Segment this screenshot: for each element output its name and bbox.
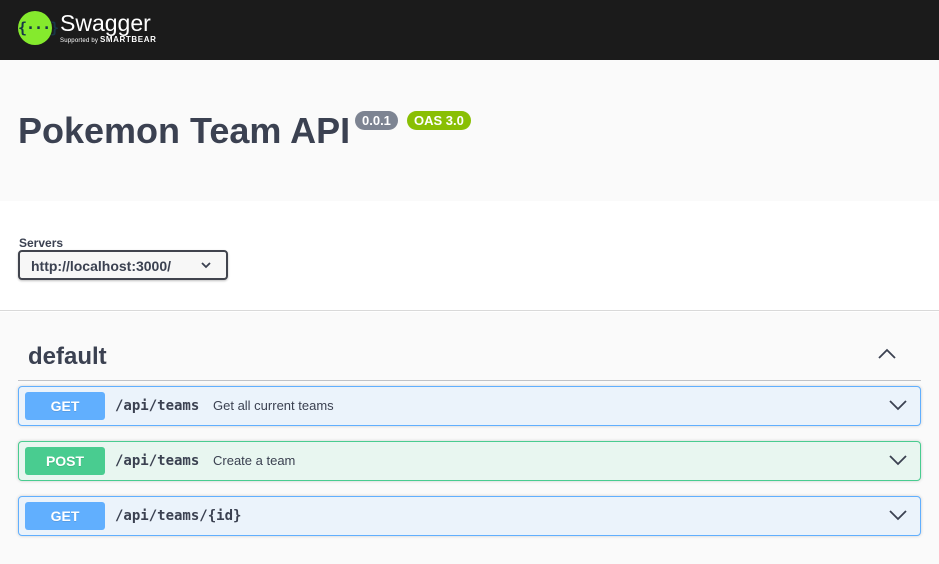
topbar: {···} Swagger Supported by SMARTBEAR	[0, 0, 939, 60]
chevron-down-icon[interactable]	[888, 508, 908, 522]
method-badge: GET	[25, 392, 105, 420]
supported-by-label: Supported by	[60, 38, 99, 44]
supported-by: Supported by SMARTBEAR	[60, 36, 156, 45]
method-badge: POST	[25, 447, 105, 475]
logo-glyph: {···}	[18, 18, 59, 37]
server-select-value: http://localhost:3000/	[31, 258, 172, 274]
logo-text: Swagger Supported by SMARTBEAR	[60, 10, 156, 45]
operation-get-api-teams-id[interactable]: GET /api/teams/{id}	[18, 496, 921, 536]
operation-get-api-teams[interactable]: GET /api/teams Get all current teams	[18, 386, 921, 426]
tag-header-default[interactable]: default	[18, 332, 921, 381]
operation-path: /api/teams	[115, 453, 200, 469]
brand-name: Swagger	[60, 10, 151, 36]
swagger-logo[interactable]: {···} Swagger Supported by SMARTBEAR	[18, 10, 156, 45]
smartbear-label: SMARTBEAR	[99, 35, 157, 44]
operation-summary: Get all current teams	[213, 398, 334, 413]
operation-path: /api/teams	[115, 398, 200, 414]
tag-name: default	[28, 343, 107, 370]
operation-summary: Create a team	[213, 453, 296, 468]
oas-badge: OAS 3.0	[407, 111, 471, 130]
operation-post-api-teams[interactable]: POST /api/teams Create a team	[18, 441, 921, 481]
operations-section: default GET /api/teams Get all current t…	[0, 312, 939, 564]
method-badge: GET	[25, 502, 105, 530]
chevron-up-icon[interactable]	[877, 347, 897, 361]
servers-section: Servers http://localhost:3000/	[0, 201, 939, 311]
chevron-down-icon	[201, 262, 211, 269]
page-title: Pokemon Team API	[18, 110, 351, 151]
version-badge: 0.0.1	[355, 111, 398, 130]
operation-path: /api/teams/{id}	[115, 508, 242, 524]
server-select[interactable]: http://localhost:3000/	[18, 250, 228, 280]
info-section: Pokemon Team API 0.0.1 OAS 3.0	[0, 60, 939, 201]
swagger-logo-icon: {···}	[18, 10, 59, 45]
chevron-down-icon[interactable]	[888, 453, 908, 467]
servers-label: Servers	[19, 236, 64, 250]
chevron-down-icon[interactable]	[888, 398, 908, 412]
